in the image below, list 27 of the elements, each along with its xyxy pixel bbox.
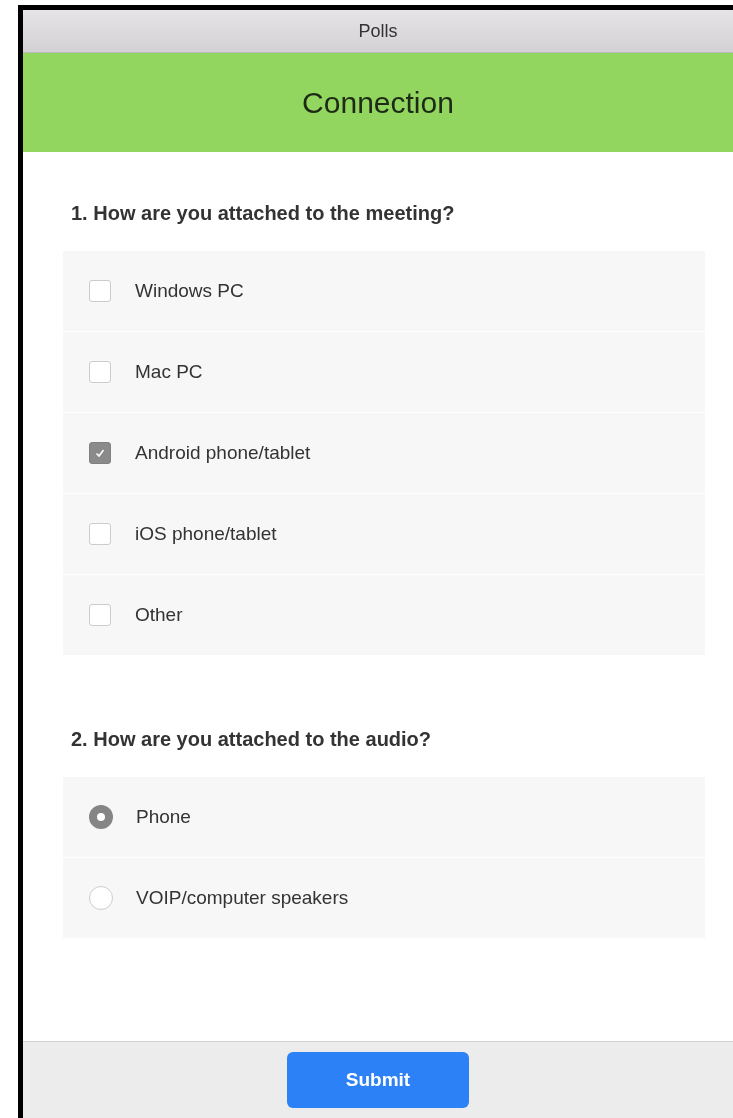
checkmark-icon: [94, 447, 106, 459]
submit-button[interactable]: Submit: [287, 1052, 469, 1108]
answer-option[interactable]: Mac PC: [63, 332, 705, 413]
option-label: iOS phone/tablet: [135, 523, 277, 545]
option-label: VOIP/computer speakers: [136, 887, 349, 909]
window-title: Polls: [358, 20, 398, 42]
answer-option[interactable]: Android phone/tablet: [63, 413, 705, 494]
checkbox[interactable]: [89, 604, 111, 626]
checkbox[interactable]: [89, 280, 111, 302]
option-label: Windows PC: [135, 280, 244, 302]
answer-option[interactable]: VOIP/computer speakers: [63, 858, 705, 939]
checkbox[interactable]: [89, 523, 111, 545]
radio-button[interactable]: [89, 805, 113, 829]
answer-option[interactable]: iOS phone/tablet: [63, 494, 705, 575]
option-label: Mac PC: [135, 361, 203, 383]
option-label: Phone: [136, 806, 191, 828]
answer-option[interactable]: Windows PC: [63, 251, 705, 332]
answer-option[interactable]: Phone: [63, 777, 705, 858]
question-text: 2. How are you attached to the audio?: [71, 728, 433, 751]
option-label: Other: [135, 604, 183, 626]
radio-button[interactable]: [89, 886, 113, 910]
checkbox[interactable]: [89, 361, 111, 383]
question-text: 1. How are you attached to the meeting?: [71, 202, 456, 225]
option-label: Android phone/tablet: [135, 442, 311, 464]
poll-title: Connection: [302, 85, 454, 120]
answer-option[interactable]: Other: [63, 575, 705, 656]
checkbox[interactable]: [89, 442, 111, 464]
